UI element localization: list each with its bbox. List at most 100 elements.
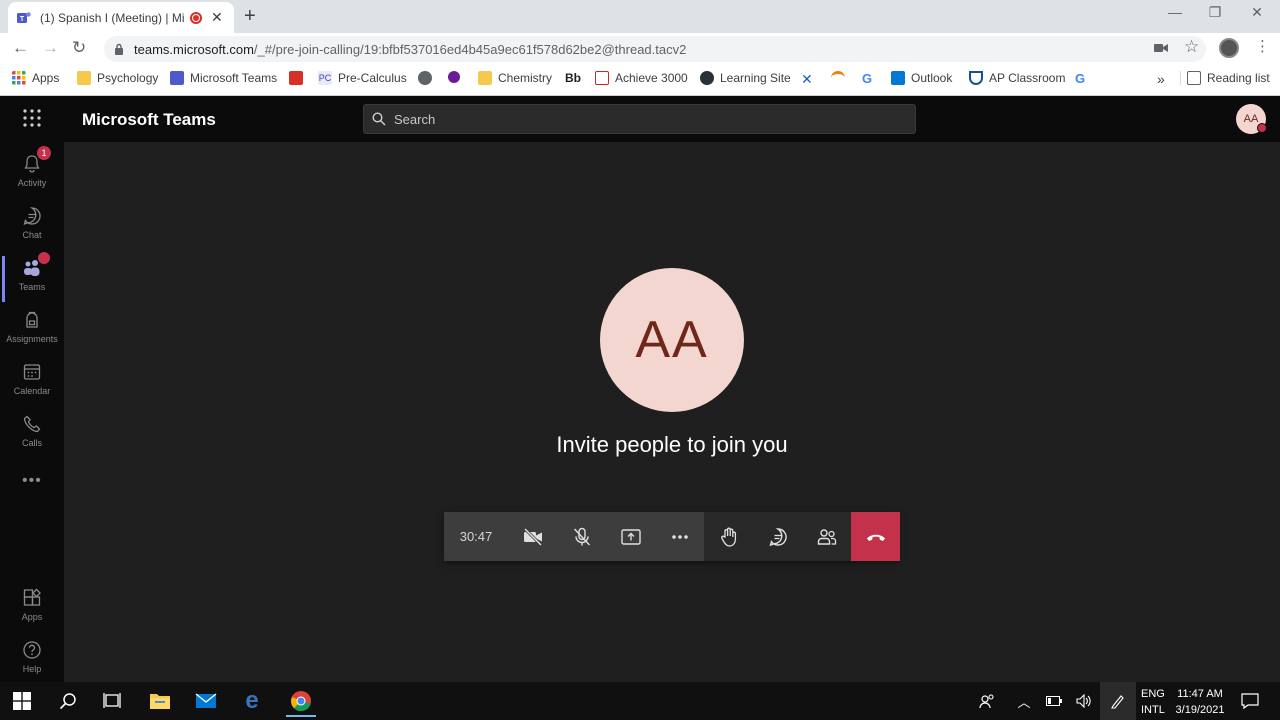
back-icon[interactable]: ← [12, 38, 29, 58]
language-code: ENG [1141, 688, 1165, 700]
battery-button[interactable] [1042, 689, 1066, 713]
taskbar-file-explorer[interactable] [148, 689, 172, 713]
show-hidden-icons-button[interactable]: ︿ [1012, 689, 1036, 713]
bookmark-chemistry[interactable]: Chemistry [478, 71, 552, 85]
raise-hand-icon [720, 527, 736, 547]
status-busy-icon [1257, 123, 1267, 133]
bookmark-label: Achieve 3000 [615, 71, 688, 85]
rail-item-teams[interactable]: Teams [0, 252, 64, 308]
teams-favicon-icon: T [17, 11, 31, 23]
volume-button[interactable] [1072, 689, 1096, 713]
rail-item-chat[interactable]: Chat [0, 206, 64, 256]
leave-call-button[interactable] [851, 512, 900, 561]
browser-tab[interactable]: T (1) Spanish I (Meeting) | Microsoft Te… [8, 2, 234, 33]
app-launcher-waffle-icon[interactable] [22, 108, 42, 128]
taskbar-search-button[interactable] [56, 689, 80, 713]
rail-label: Calendar [13, 386, 51, 396]
bookmark-x[interactable]: ✕ [801, 71, 813, 88]
bookmark-outlook[interactable]: Outlook [891, 71, 952, 85]
bookmark-globe[interactable] [418, 71, 438, 85]
show-participants-button[interactable] [802, 512, 851, 561]
camera-off-icon [523, 527, 542, 546]
call-timer: 30:47 [444, 512, 508, 561]
reload-icon[interactable]: ↻ [72, 38, 86, 58]
bookmark-google[interactable]: G [862, 71, 872, 86]
camera-icon[interactable] [1154, 42, 1168, 54]
close-tab-icon[interactable]: ✕ [211, 9, 223, 26]
taskbar-edge[interactable]: e [240, 689, 264, 713]
recording-icon [190, 11, 202, 24]
rail-item-assignments[interactable]: Assignments [0, 310, 64, 360]
more-apps-ellipsis-icon[interactable]: ••• [22, 472, 42, 490]
share-tray-icon [620, 528, 641, 545]
globe-icon [418, 71, 432, 85]
input-language[interactable]: ENG INTL [1141, 686, 1165, 718]
restore-button[interactable]: ❐ [1192, 4, 1238, 21]
action-center-button[interactable] [1238, 689, 1262, 713]
rail-item-calendar[interactable]: Calendar [0, 362, 64, 412]
search-icon [59, 693, 76, 710]
bookmark-psychology[interactable]: Psychology [77, 71, 158, 85]
bookmarks-overflow[interactable]: » [1157, 71, 1165, 87]
address-bar[interactable]: teams.microsoft.com/_#/pre-join-calling/… [104, 36, 1206, 62]
start-button[interactable] [10, 689, 34, 713]
bookmark-label: Reading list [1207, 71, 1270, 85]
clock-date: 3/19/2021 [1175, 704, 1225, 716]
people-button[interactable] [975, 689, 999, 713]
forward-icon[interactable]: → [42, 38, 59, 58]
invite-message: Invite people to join you [556, 432, 788, 457]
reading-list[interactable]: Reading list [1180, 71, 1270, 85]
rainbow-icon [831, 71, 845, 85]
browser-toolbar: ← → ↻ teams.microsoft.com/_#/pre-join-ca… [0, 33, 1280, 64]
bookmark-pre-calculus[interactable]: PC Pre-Calculus [318, 71, 407, 85]
pen-workspace-button[interactable] [1100, 682, 1136, 720]
bookmark-apps[interactable]: Apps [12, 71, 59, 85]
chevron-up-icon: ︿ [1017, 694, 1031, 710]
reading-list-icon [1187, 71, 1201, 85]
bookmark-learning-site[interactable]: Learning Site [700, 71, 791, 85]
taskbar-chrome[interactable] [286, 686, 316, 717]
help-icon [23, 641, 41, 659]
share-screen-button[interactable] [606, 512, 655, 561]
rail-label: Help [22, 664, 42, 674]
overflow-chevron-icon: » [1157, 71, 1165, 87]
rail-item-apps[interactable]: Apps [0, 588, 64, 638]
bookmark-red-app[interactable] [289, 71, 309, 85]
bookmark-blackboard[interactable]: Bb [565, 71, 581, 85]
bookmark-purple[interactable] [448, 71, 466, 83]
rail-label: Chat [22, 230, 42, 240]
system-clock[interactable]: 11:47 AM 3/19/2021 [1174, 686, 1226, 718]
outlook-icon [891, 71, 905, 85]
bookmark-microsoft-teams[interactable]: Microsoft Teams [170, 71, 277, 85]
rail-item-activity[interactable]: 1 Activity [0, 146, 64, 204]
profile-avatar[interactable]: AA [1236, 104, 1267, 134]
bookmark-achieve-3000[interactable]: Achieve 3000 [595, 71, 688, 85]
chrome-icon [291, 690, 311, 711]
rail-item-calls[interactable]: Calls [0, 414, 64, 464]
search-input[interactable]: Search [363, 104, 916, 134]
camera-toggle-button[interactable] [508, 512, 557, 561]
new-tab-button[interactable]: + [244, 5, 256, 28]
bookmark-ap-classroom[interactable]: AP Classroom [969, 71, 1065, 85]
close-window-button[interactable]: ✕ [1234, 4, 1280, 21]
keyboard-layout: INTL [1141, 704, 1165, 716]
task-view-button[interactable] [100, 689, 124, 713]
raise-hand-button[interactable] [704, 512, 753, 561]
x-logo-icon: ✕ [801, 71, 813, 87]
browser-profile-avatar[interactable] [1219, 38, 1239, 58]
taskbar-mail[interactable] [194, 689, 218, 713]
folder-icon [478, 71, 492, 85]
bookmark-wifi[interactable] [831, 71, 851, 85]
bookmark-google-2[interactable]: G [1075, 71, 1085, 86]
mic-off-icon [573, 527, 590, 545]
mic-toggle-button[interactable] [557, 512, 606, 561]
kebab-menu-icon[interactable]: ⋮ [1255, 37, 1270, 55]
more-actions-button[interactable] [655, 512, 704, 561]
star-icon[interactable]: ☆ [1184, 37, 1199, 57]
apps-icon [23, 588, 41, 606]
windows-logo-icon [13, 692, 31, 710]
bookmark-label: Apps [32, 71, 60, 85]
bookmark-label: Psychology [97, 71, 159, 85]
shield-icon [969, 71, 983, 85]
show-conversation-button[interactable] [753, 512, 802, 561]
